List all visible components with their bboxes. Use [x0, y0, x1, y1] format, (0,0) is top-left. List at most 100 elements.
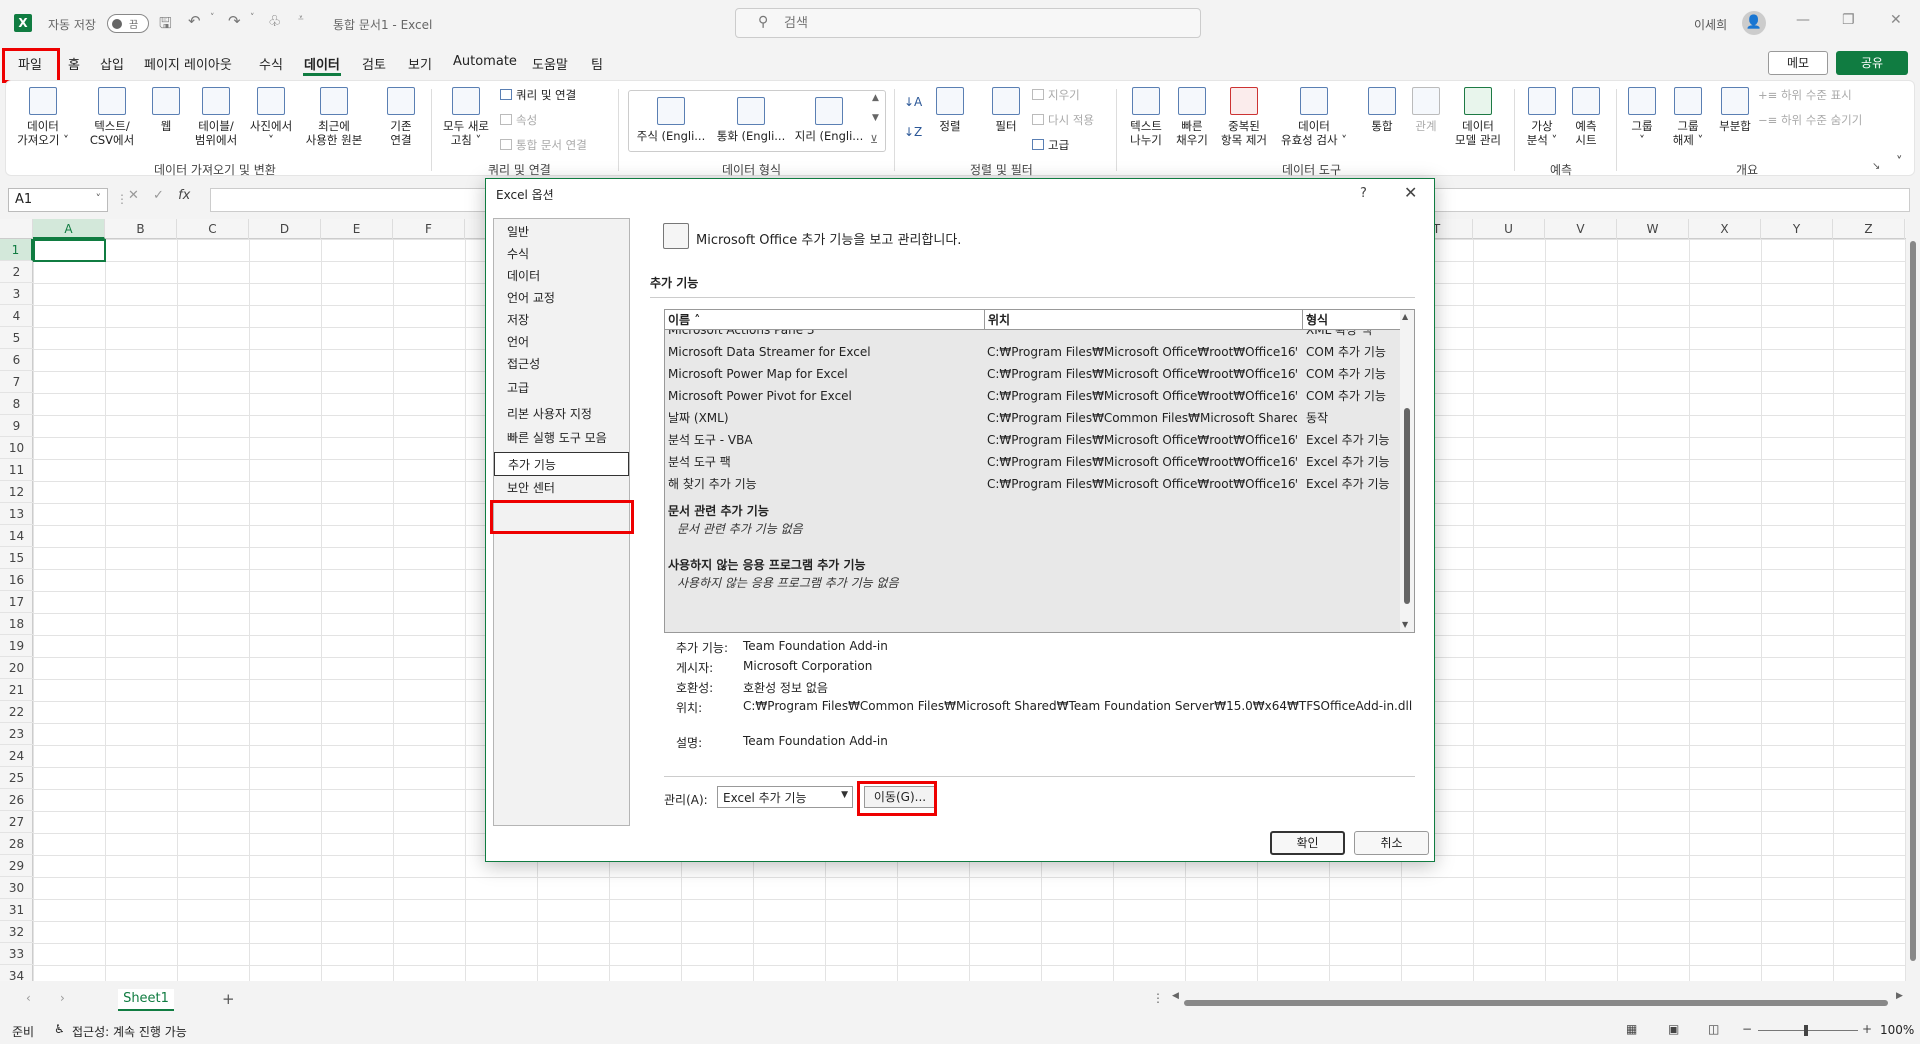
- table-scrollbar[interactable]: ▲ ▼: [1400, 310, 1414, 632]
- from-picture-button[interactable]: 사진에서 ˅: [243, 87, 299, 147]
- tab-help[interactable]: 도움말: [532, 54, 568, 73]
- column-header[interactable]: F: [393, 219, 465, 239]
- row-header[interactable]: 27: [0, 811, 33, 833]
- search-input[interactable]: [784, 14, 1164, 32]
- table-row[interactable]: Microsoft Power Map for Excel C:₩Program …: [665, 363, 1400, 385]
- row-header[interactable]: 28: [0, 833, 33, 855]
- tab-review[interactable]: 검토: [362, 54, 386, 73]
- column-header[interactable]: A: [33, 219, 105, 239]
- queries-connections-button[interactable]: 쿼리 및 연결: [500, 87, 576, 103]
- name-box[interactable]: A1 ˅: [8, 188, 108, 212]
- row-header[interactable]: 30: [0, 877, 33, 899]
- row-header[interactable]: 7: [0, 371, 33, 393]
- column-header[interactable]: U: [1473, 219, 1545, 239]
- zoom-slider-thumb[interactable]: [1804, 1025, 1808, 1036]
- geography-button[interactable]: 지리 (Engli...: [791, 97, 867, 143]
- normal-view-icon[interactable]: ▦: [1626, 1022, 1637, 1036]
- column-header-type[interactable]: 형식: [1303, 310, 1400, 330]
- redo-dropdown-icon[interactable]: ˅: [250, 13, 255, 23]
- row-header[interactable]: 2: [0, 261, 33, 283]
- row-header[interactable]: 5: [0, 327, 33, 349]
- search-box[interactable]: ⚲: [735, 8, 1201, 38]
- tab-home[interactable]: 홈: [68, 54, 80, 73]
- next-sheet-icon[interactable]: ›: [60, 991, 65, 1005]
- column-header[interactable]: B: [105, 219, 177, 239]
- tab-data[interactable]: 데이터: [304, 54, 340, 73]
- row-header[interactable]: 23: [0, 723, 33, 745]
- column-header[interactable]: V: [1545, 219, 1617, 239]
- column-header[interactable]: C: [177, 219, 249, 239]
- vertical-scrollbar[interactable]: [1906, 219, 1920, 981]
- nav-item[interactable]: 언어 교정: [494, 286, 629, 310]
- column-header-location[interactable]: 위치: [985, 310, 1303, 330]
- zoom-out-icon[interactable]: −: [1742, 1022, 1752, 1036]
- column-header-name[interactable]: 이름 ˄: [665, 310, 985, 330]
- subtotal-button[interactable]: 부분합: [1712, 87, 1758, 133]
- row-header[interactable]: 19: [0, 635, 33, 657]
- row-header[interactable]: 16: [0, 569, 33, 591]
- row-header[interactable]: 13: [0, 503, 33, 525]
- gallery-more-icon[interactable]: ⊻: [870, 133, 878, 146]
- column-header[interactable]: W: [1617, 219, 1689, 239]
- consolidate-button[interactable]: 통합: [1362, 87, 1402, 133]
- row-header[interactable]: 12: [0, 481, 33, 503]
- row-header[interactable]: 14: [0, 525, 33, 547]
- manage-select[interactable]: Excel 추가 기능 ▼: [717, 786, 853, 808]
- tab-split-icon[interactable]: ⋮: [1152, 991, 1164, 1005]
- column-header[interactable]: Z: [1833, 219, 1905, 239]
- row-header[interactable]: 18: [0, 613, 33, 635]
- show-detail-button[interactable]: +≡ 하위 수준 표시: [1758, 87, 1852, 103]
- comments-button[interactable]: 메모: [1768, 51, 1828, 75]
- row-header[interactable]: 25: [0, 767, 33, 789]
- gallery-scroll-up-icon[interactable]: ▲: [872, 93, 879, 103]
- undo-dropdown-icon[interactable]: ˅: [210, 13, 215, 23]
- active-cell[interactable]: [33, 239, 106, 262]
- row-header[interactable]: 11: [0, 459, 33, 481]
- from-table-button[interactable]: 테이블/ 범위에서: [191, 87, 241, 147]
- horizontal-scroll-thumb[interactable]: [1184, 1000, 1888, 1006]
- advanced-filter-button[interactable]: 고급: [1032, 137, 1069, 153]
- zoom-level[interactable]: 100%: [1880, 1023, 1914, 1037]
- nav-item[interactable]: 저장: [494, 308, 629, 332]
- flash-fill-button[interactable]: 빠른 채우기: [1170, 87, 1214, 147]
- forecast-sheet-button[interactable]: 예측 시트: [1564, 87, 1608, 147]
- stocks-button[interactable]: 주식 (Engli...: [633, 97, 709, 143]
- scroll-down-icon[interactable]: ▼: [1402, 620, 1408, 629]
- sort-ascending-icon[interactable]: ↓A: [904, 95, 922, 109]
- zoom-in-icon[interactable]: +: [1862, 1022, 1872, 1036]
- remove-duplicates-button[interactable]: 중복된 항목 제거: [1216, 87, 1272, 147]
- redo-icon[interactable]: ↷: [228, 12, 241, 30]
- nav-item[interactable]: 일반: [494, 220, 629, 244]
- page-break-view-icon[interactable]: ◫: [1708, 1022, 1719, 1036]
- autosave-toggle[interactable]: 끔: [107, 14, 149, 33]
- table-row[interactable]: 분석 도구 팩 C:₩Program Files₩Microsoft Office…: [665, 451, 1400, 473]
- row-header[interactable]: 9: [0, 415, 33, 437]
- get-data-button[interactable]: 데이터 가져오기 ˅: [14, 87, 72, 147]
- insert-function-icon[interactable]: fx: [178, 188, 190, 203]
- user-name[interactable]: 이세희: [1694, 16, 1727, 33]
- add-sheet-icon[interactable]: +: [222, 990, 235, 1008]
- edit-links-button[interactable]: 통합 문서 연결: [500, 137, 587, 153]
- row-header[interactable]: 15: [0, 547, 33, 569]
- scroll-up-icon[interactable]: ▲: [1402, 312, 1408, 321]
- row-header[interactable]: 6: [0, 349, 33, 371]
- clear-filter-button[interactable]: 지우기: [1032, 87, 1080, 103]
- nav-item[interactable]: 보안 센터: [494, 476, 629, 500]
- row-header[interactable]: 20: [0, 657, 33, 679]
- avatar[interactable]: 👤: [1742, 11, 1766, 35]
- table-row[interactable]: Microsoft Actions Pane 3 XML 확장 팩: [665, 330, 1400, 341]
- relationships-button[interactable]: 관계: [1406, 87, 1446, 133]
- table-row[interactable]: 날짜 (XML) C:₩Program Files₩Common Files₩Mi…: [665, 407, 1400, 429]
- nav-item[interactable]: 데이터: [494, 264, 629, 288]
- row-header[interactable]: 32: [0, 921, 33, 943]
- nav-item[interactable]: 접근성: [494, 352, 629, 376]
- nav-item[interactable]: 리본 사용자 지정: [494, 402, 629, 426]
- prev-sheet-icon[interactable]: ‹: [26, 991, 31, 1005]
- tab-insert[interactable]: 삽입: [100, 54, 124, 73]
- refresh-all-button[interactable]: 모두 새로 고침 ˅: [436, 87, 496, 147]
- close-window-icon[interactable]: ✕: [1890, 12, 1902, 28]
- minimize-icon[interactable]: —: [1796, 12, 1810, 28]
- column-header[interactable]: Y: [1761, 219, 1833, 239]
- scroll-right-icon[interactable]: ▶: [1896, 991, 1903, 1001]
- tab-team[interactable]: 팀: [591, 54, 603, 73]
